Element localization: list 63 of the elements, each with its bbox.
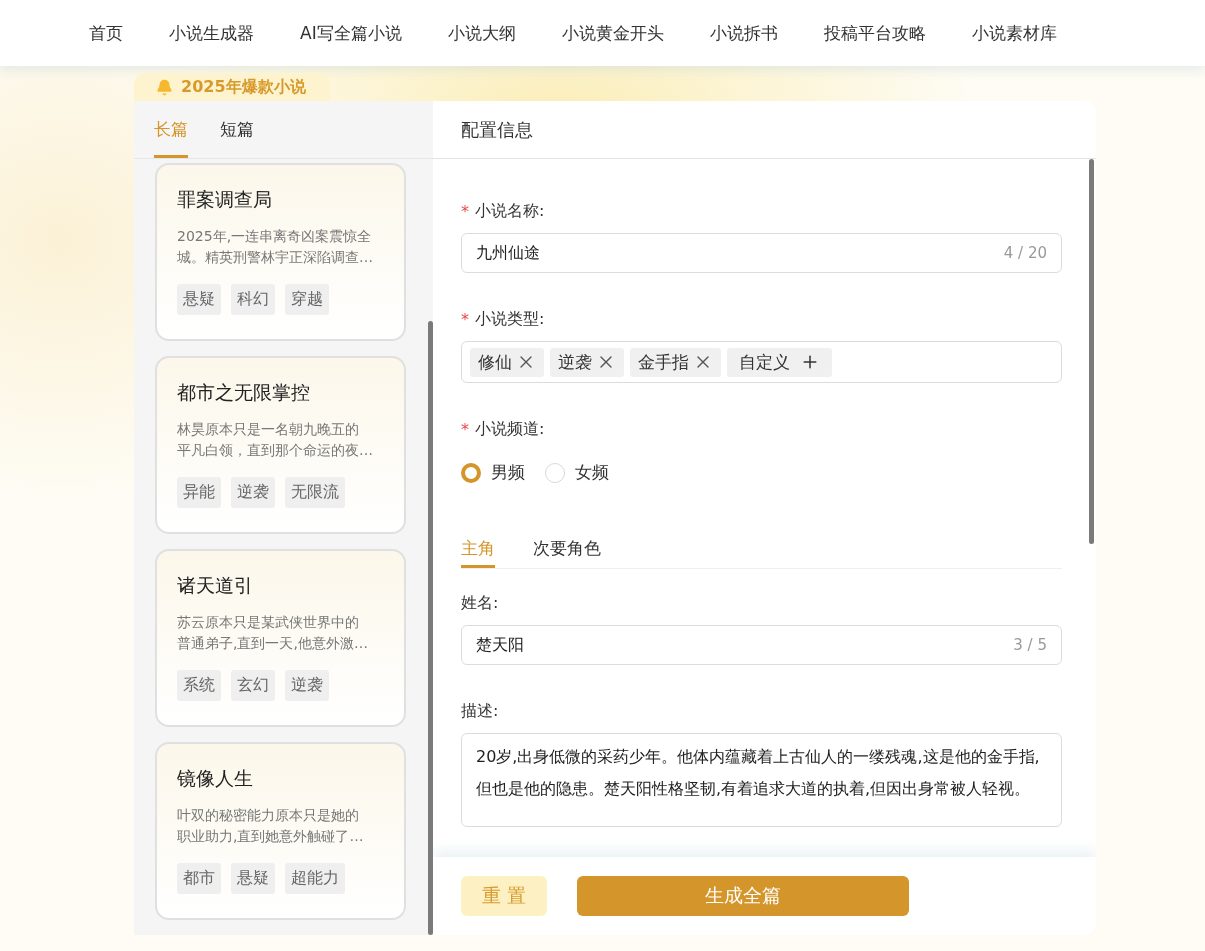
field-label: 小说频道:: [475, 419, 545, 440]
nav-link[interactable]: 小说黄金开头: [561, 21, 664, 45]
nav-link[interactable]: 小说拆书: [709, 21, 778, 45]
nav-link[interactable]: 投稿平台攻略: [823, 21, 926, 45]
genre-tag: 悬疑: [231, 863, 275, 894]
card-title: 罪案调查局: [177, 187, 273, 212]
card-description: 苏云原本只是某武侠世界中的 普通弟子,直到一天,他意外激…: [177, 613, 369, 653]
tab[interactable]: 短篇: [220, 101, 254, 158]
genre-tag: 系统: [177, 670, 221, 701]
required-mark: *: [461, 202, 469, 221]
nav-link[interactable]: 小说生成器: [169, 21, 254, 45]
nav-link[interactable]: 小说大纲: [447, 21, 516, 45]
radio-option[interactable]: 女频: [545, 461, 609, 484]
novel-card[interactable]: 罪案调查局 2025年,一连串离奇凶案震惊全 城。精英刑警林宇正深陷调查… 悬疑 科幻 穿越: [155, 163, 406, 341]
tab[interactable]: 次要角色: [533, 528, 601, 568]
add-tag-button[interactable]: 自定义: [727, 347, 832, 377]
card-description: 叶双的秘密能力原本只是她的 职业助力,直到她意外触碰了…: [177, 806, 365, 846]
field-value: 楚天阳: [476, 634, 524, 656]
description-textarea[interactable]: 20岁,出身低微的采药少年。他体内蕴藏着上古仙人的一缕残魂,这是他的金手指,但也是他的隐患。楚天阳性格坚韧,有着追求大道的执着,但因出身常被人轻视。: [461, 733, 1062, 827]
novel-card[interactable]: 诸天道引 苏云原本只是某武侠世界中的 普通弟子,直到一天,他意外激… 系统 玄幻 逆袭: [155, 549, 406, 727]
radio-button[interactable]: [461, 462, 481, 483]
radio-option[interactable]: 男频: [461, 461, 525, 484]
required-mark: *: [461, 420, 469, 439]
char-count: 4 / 20: [1003, 244, 1047, 262]
field-label: 描述:: [461, 701, 499, 722]
genre-tag: 悬疑: [177, 284, 221, 315]
novel-card[interactable]: 镜像人生 叶双的秘密能力原本只是她的 职业助力,直到她意外触碰了… 都市 悬疑 超能力: [155, 742, 406, 920]
nav-link[interactable]: AI写全篇小说: [300, 21, 402, 45]
field-label: 姓名:: [461, 593, 499, 614]
novel-card[interactable]: 都市之无限掌控 林昊原本只是一名朝九晚五的 平凡白领，直到那个命运的夜… 异能 逆袭 无限流: [155, 356, 406, 534]
genre-tag: 异能: [177, 477, 221, 508]
genre-tag: 逆袭: [231, 477, 275, 508]
char-count: 3 / 5: [1013, 636, 1047, 654]
nav-link[interactable]: 首页: [89, 21, 123, 45]
card-description: 2025年,一连串离奇凶案震惊全 城。精英刑警林宇正深陷调查…: [177, 227, 374, 267]
genre-tag: 超能力: [285, 863, 345, 894]
genre-tag: 无限流: [285, 477, 345, 508]
genre-chip: 金手指: [630, 347, 721, 377]
scrollbar-thumb[interactable]: [428, 321, 433, 935]
badge-label: 2025年爆款小说: [181, 76, 306, 98]
genre-chip: 修仙: [470, 347, 544, 377]
card-title: 镜像人生: [177, 766, 254, 791]
field-label: 小说名称:: [475, 201, 545, 222]
genre-chip: 逆袭: [550, 347, 624, 377]
panel-title: 配置信息: [461, 117, 533, 142]
required-mark: *: [461, 310, 469, 329]
genre-tag: 都市: [177, 863, 221, 894]
field-value: 九州仙途: [476, 242, 540, 264]
bell-icon: [156, 78, 173, 96]
genre-tag: 玄幻: [231, 670, 275, 701]
tag-input-field[interactable]: 修仙 逆袭 金手指 自定义: [461, 341, 1062, 383]
card-title: 都市之无限掌控: [177, 380, 311, 405]
genre-tag: 穿越: [285, 284, 329, 315]
input-field[interactable]: 楚天阳 3 / 5: [461, 625, 1062, 665]
card-description: 林昊原本只是一名朝九晚五的 平凡白领，直到那个命运的夜…: [177, 420, 374, 460]
card-title: 诸天道引: [177, 573, 254, 598]
nav-link[interactable]: 小说素材库: [971, 21, 1057, 45]
field-label: 小说类型:: [475, 309, 545, 330]
radio-button[interactable]: [545, 462, 565, 483]
scrollbar-thumb[interactable]: [1089, 159, 1094, 544]
genre-tag: 科幻: [231, 284, 275, 315]
input-field[interactable]: 九州仙途 4 / 20: [461, 233, 1062, 273]
genre-tag: 逆袭: [285, 670, 329, 701]
